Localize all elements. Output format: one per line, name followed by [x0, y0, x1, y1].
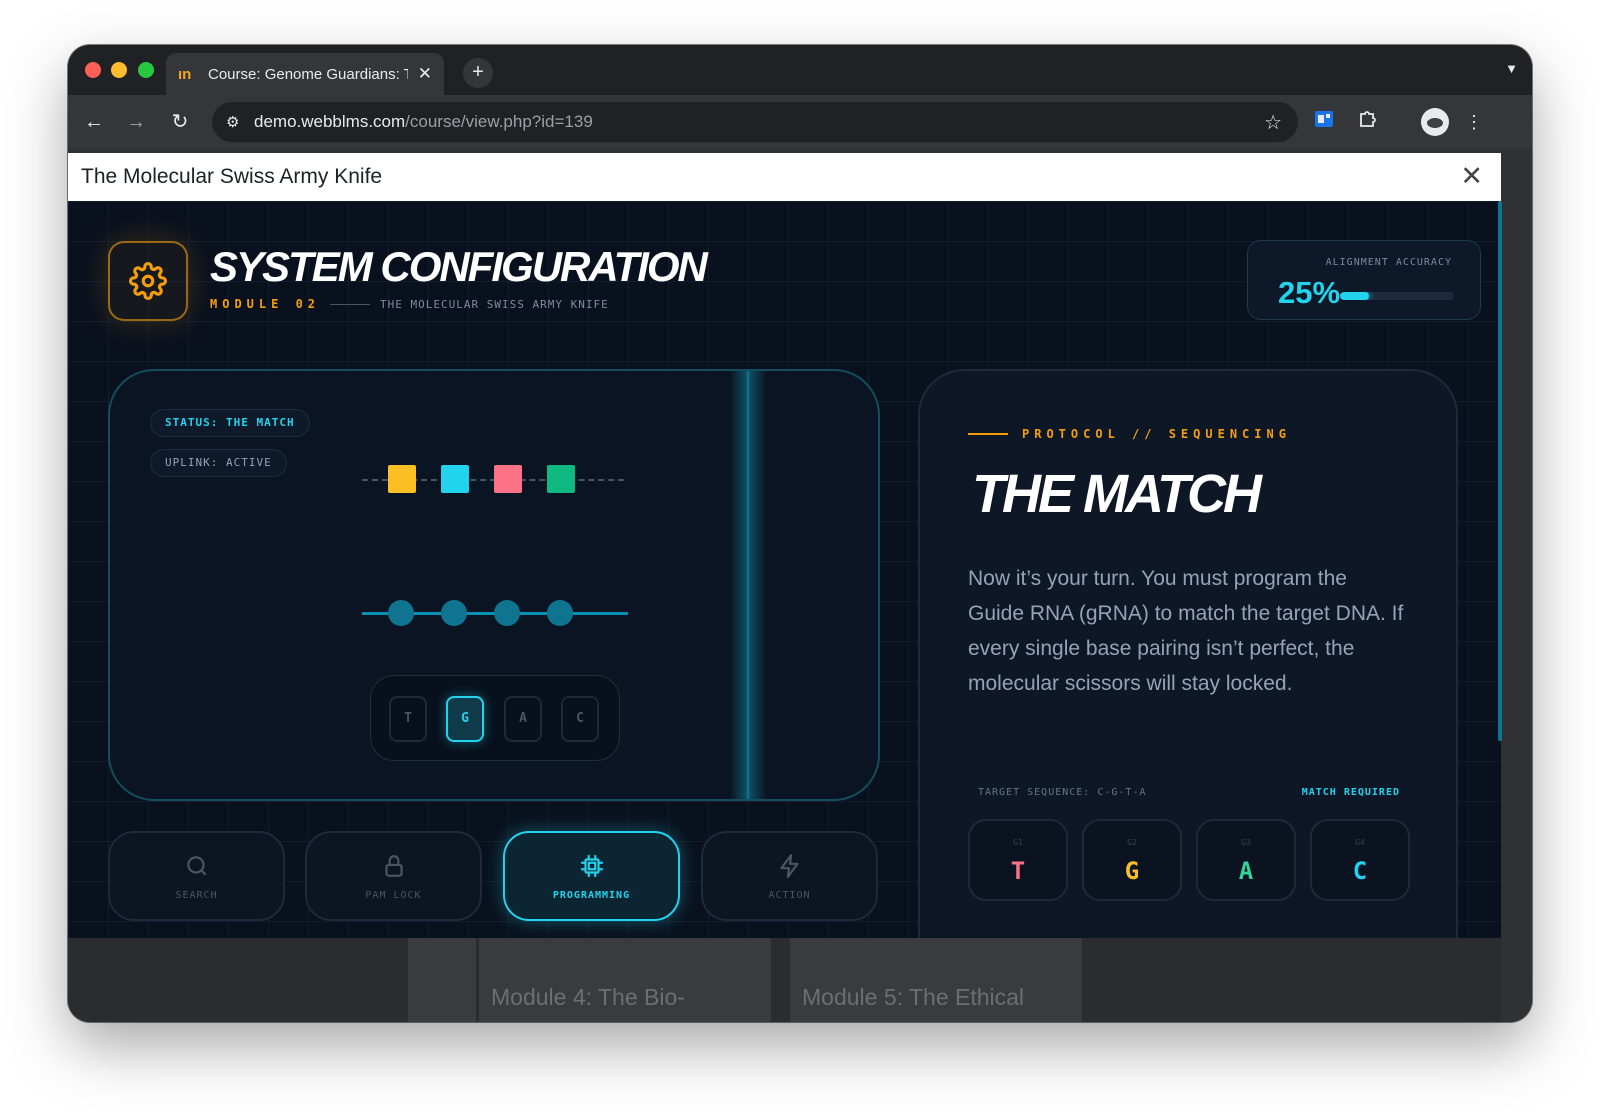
bookmark-star-icon[interactable]: ☆ [1264, 110, 1282, 135]
protocol-eyebrow: PROTOCOL // SEQUENCING [968, 427, 1291, 441]
site-settings-icon[interactable]: ⚙ [226, 113, 254, 131]
slot-id: G4 [1355, 838, 1365, 847]
close-window-button[interactable] [85, 62, 101, 78]
grna-slot: G2 G [1082, 819, 1182, 901]
slot-id: G3 [1241, 838, 1251, 847]
match-required-label: MATCH REQUIRED [1301, 787, 1400, 798]
modal-header: The Molecular Swiss Army Knife ✕ [68, 153, 1501, 201]
tab-close-icon[interactable]: ✕ [418, 64, 432, 84]
site-favicon-icon: ın [178, 65, 192, 83]
key-t-button[interactable]: T [389, 696, 427, 742]
key-c-button[interactable]: C [561, 696, 599, 742]
background-card-title: Module 4: The Bio- [491, 984, 685, 1010]
module-subtitle: THE MOLECULAR SWISS ARMY KNIFE [380, 297, 609, 311]
page-content: Module 4: The Bio- Module 5: The Ethical… [68, 149, 1532, 1022]
protocol-title: THE MATCH [972, 464, 1262, 524]
extensions-puzzle-icon[interactable] [1354, 108, 1382, 136]
target-sequence-label: TARGET SEQUENCE: C-G-T-A [978, 787, 1147, 798]
extension-icon[interactable] [1310, 108, 1338, 136]
search-icon [110, 853, 283, 879]
programming-nav-label: PROGRAMMING [552, 890, 631, 901]
rna-slot [547, 600, 573, 626]
url-path: /course/view.php?id=139 [405, 112, 593, 131]
minimize-window-button[interactable] [111, 62, 127, 78]
protocol-card: PROTOCOL // SEQUENCING THE MATCH Now it’… [918, 369, 1458, 938]
tab-search-chevron-icon[interactable]: ▼ [1505, 61, 1518, 76]
browser-menu-icon[interactable]: ⋮ [1460, 108, 1488, 136]
slot-base: G [1124, 857, 1140, 885]
slot-id: G1 [1013, 838, 1023, 847]
gear-icon [129, 262, 167, 300]
slot-base: T [1010, 857, 1026, 885]
accuracy-label: ALIGNMENT ACCURACY [1325, 257, 1452, 268]
status-badge: STATUS: THE MATCH [150, 409, 310, 437]
dna-base [547, 465, 575, 493]
grna-slot: G1 T [968, 819, 1068, 901]
uplink-badge: UPLINK: ACTIVE [150, 449, 287, 477]
action-nav-button[interactable]: ACTION [701, 831, 878, 921]
modal-title: The Molecular Swiss Army Knife [81, 165, 383, 188]
chip-icon [505, 853, 678, 879]
browser-window: ın Course: Genome Guardians: T ✕ + ▼ ← →… [68, 45, 1532, 1022]
key-g-button[interactable]: G [446, 696, 484, 742]
slot-base: A [1238, 857, 1254, 885]
reload-button[interactable]: ↻ [166, 108, 194, 136]
search-nav-label: SEARCH [175, 890, 218, 901]
protocol-label: PROTOCOL // SEQUENCING [1022, 427, 1291, 441]
slot-base: C [1352, 857, 1368, 885]
protocol-description: Now it’s your turn. You must program the… [968, 567, 1404, 695]
forward-button[interactable]: → [122, 108, 150, 136]
background-card-edge [408, 938, 476, 1022]
active-tab[interactable]: ın Course: Genome Guardians: T ✕ [166, 53, 444, 95]
grna-slot: G3 A [1196, 819, 1296, 901]
background-card-title: Module 5: The Ethical [802, 984, 1025, 1010]
lab-panel: STATUS: THE MATCH UPLINK: ACTIVE T G A C [108, 369, 880, 801]
background-card[interactable]: Module 4: The Bio- [479, 938, 771, 1022]
action-nav-label: ACTION [768, 890, 811, 901]
module-line: MODULE 02 THE MOLECULAR SWISS ARMY KNIFE [210, 297, 609, 311]
modal-scrollbar[interactable] [1498, 201, 1502, 741]
rna-slot [441, 600, 467, 626]
accuracy-progress-bar [1340, 292, 1454, 300]
divider [330, 303, 371, 305]
tab-strip: ın Course: Genome Guardians: T ✕ + ▼ [68, 45, 1532, 95]
dna-base [494, 465, 522, 493]
rna-slot [388, 600, 414, 626]
lightning-icon [703, 853, 876, 879]
settings-gear-badge [108, 241, 188, 321]
lock-icon [307, 853, 480, 879]
scanner-beam [730, 371, 766, 799]
url-host: demo.webblms.com [254, 112, 406, 131]
divider [968, 433, 1008, 435]
profile-avatar[interactable] [1421, 108, 1449, 136]
pam-lock-nav-label: PAM LOCK [365, 890, 422, 901]
slot-id: G2 [1127, 838, 1137, 847]
back-button[interactable]: ← [80, 108, 108, 136]
module-label: MODULE 02 [210, 297, 321, 311]
grna-slot: G4 C [1310, 819, 1410, 901]
background-card[interactable]: Module 5: The Ethical [790, 938, 1082, 1022]
pam-lock-nav-button[interactable]: PAM LOCK [305, 831, 482, 921]
search-nav-button[interactable]: SEARCH [108, 831, 285, 921]
key-a-button[interactable]: A [504, 696, 542, 742]
maximize-window-button[interactable] [138, 62, 154, 78]
address-bar[interactable]: ⚙ demo.webblms.com/course/view.php?id=13… [212, 102, 1298, 142]
base-keypad: T G A C [370, 675, 620, 761]
dna-base [388, 465, 416, 493]
modal-close-icon[interactable]: ✕ [1460, 162, 1483, 190]
programming-nav-button[interactable]: PROGRAMMING [503, 831, 680, 921]
accuracy-value: 25% [1278, 275, 1341, 310]
tab-title: Course: Genome Guardians: T [208, 65, 408, 83]
accuracy-card: ALIGNMENT ACCURACY 25% [1247, 240, 1481, 320]
rna-slot [494, 600, 520, 626]
dna-base [441, 465, 469, 493]
background-course-cards: Module 4: The Bio- Module 5: The Ethical [68, 938, 1501, 1022]
new-tab-button[interactable]: + [463, 58, 493, 88]
page-title: SYSTEM CONFIGURATION [210, 243, 708, 290]
activity-app: SYSTEM CONFIGURATION MODULE 02 THE MOLEC… [68, 201, 1501, 938]
browser-toolbar: ← → ↻ ⚙ demo.webblms.com/course/view.php… [68, 95, 1532, 149]
accuracy-progress-fill [1340, 292, 1369, 300]
